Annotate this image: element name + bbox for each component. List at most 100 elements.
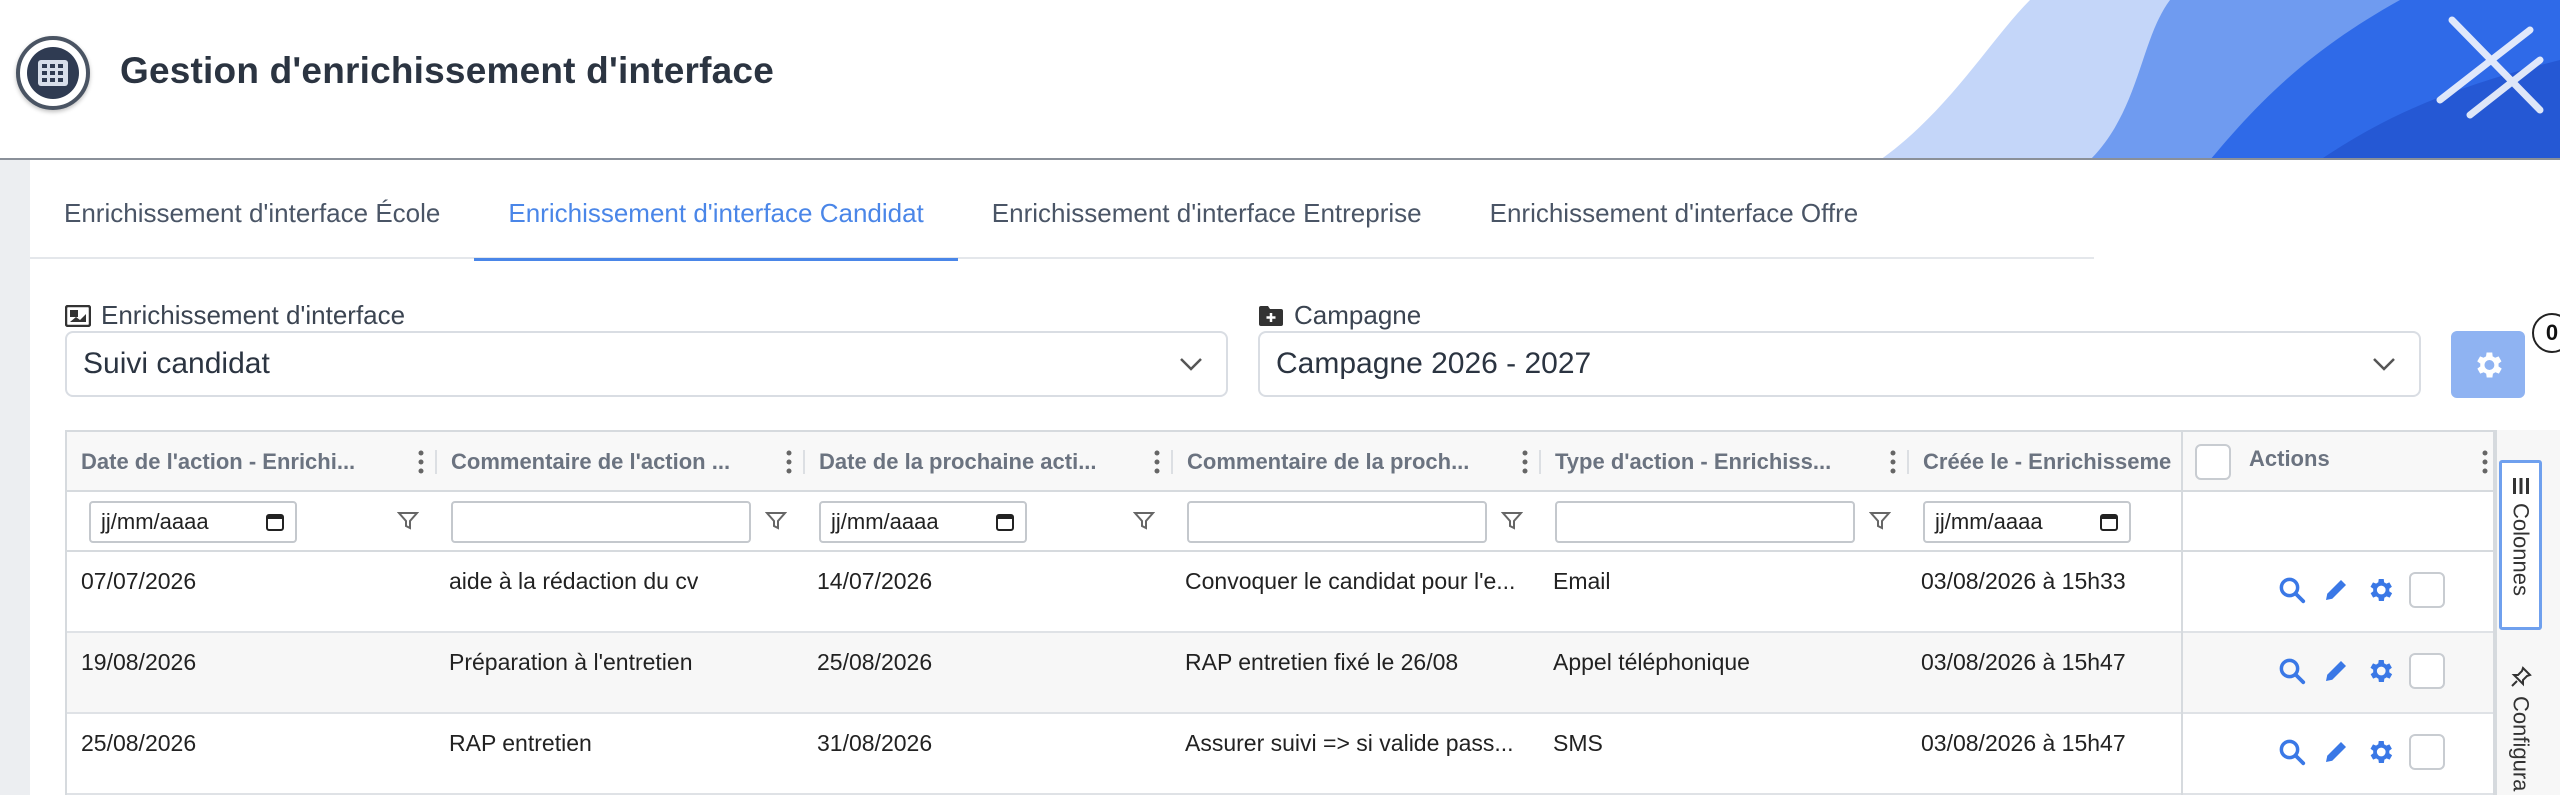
- date-placeholder: jj/mm/aaaa: [1935, 509, 2043, 534]
- cell-date-prochaine: 31/08/2026: [817, 730, 933, 756]
- cell-type: SMS: [1553, 730, 1603, 756]
- text-filter-input[interactable]: [1555, 501, 1855, 543]
- cell-date-action: 25/08/2026: [81, 730, 197, 756]
- gear-icon[interactable]: [2365, 575, 2395, 605]
- interface-select-value: Suivi candidat: [83, 347, 270, 380]
- grid-side-bar: Colonnes Configura: [2495, 430, 2560, 795]
- date-placeholder: jj/mm/aaaa: [831, 509, 939, 534]
- cell-type: Appel téléphonique: [1553, 649, 1750, 675]
- table-row[interactable]: 19/08/2026 Préparation à l'entretien 25/…: [67, 633, 2493, 714]
- actions-filter-cell: [2183, 492, 2493, 552]
- calendar-icon[interactable]: [2099, 512, 2119, 532]
- cell-creee-le: 03/08/2026 à 15h33: [1921, 568, 2126, 594]
- column-menu-icon[interactable]: [1889, 448, 1897, 476]
- cell-commentaire-prochaine: Assurer suivi => si valide pass...: [1185, 730, 1514, 756]
- filter-date-action: jj/mm/aaaa: [89, 492, 297, 552]
- side-tab-colonnes[interactable]: Colonnes: [2499, 460, 2542, 630]
- cell-commentaire: aide à la rédaction du cv: [449, 568, 699, 594]
- cell-commentaire: RAP entretien: [449, 730, 592, 756]
- col-header-label: Commentaire de l'action ...: [451, 449, 731, 474]
- column-menu-icon[interactable]: [785, 448, 793, 476]
- col-header-date-prochaine[interactable]: Date de la prochaine acti...: [805, 432, 1171, 492]
- col-header-commentaire[interactable]: Commentaire de l'action ...: [437, 432, 803, 492]
- gear-icon: [2477, 352, 2502, 377]
- tab-bar: Enrichissement d'interface École Enrichi…: [30, 168, 2094, 261]
- campagne-label-text: Campagne: [1294, 300, 1422, 330]
- gear-icon[interactable]: [2365, 737, 2395, 767]
- filter-icon[interactable]: [397, 510, 419, 532]
- chevron-down-icon: [1180, 358, 1202, 371]
- text-filter-input[interactable]: [1187, 501, 1487, 543]
- page-title: Gestion d'enrichissement d'interface: [120, 50, 774, 91]
- app-header: Gestion d'enrichissement d'interface: [0, 0, 2560, 160]
- column-menu-icon[interactable]: [417, 448, 425, 476]
- cell-date-action: 07/07/2026: [81, 568, 197, 594]
- tab-ecole[interactable]: Enrichissement d'interface École: [30, 168, 474, 259]
- column-menu-icon[interactable]: [1153, 448, 1161, 476]
- date-placeholder: jj/mm/aaaa: [101, 509, 209, 534]
- search-icon[interactable]: [2277, 656, 2307, 686]
- pin-icon: [2510, 666, 2532, 687]
- table-row[interactable]: 07/07/2026 aide à la rédaction du cv 14/…: [67, 552, 2493, 633]
- gear-icon[interactable]: [2365, 656, 2395, 686]
- tab-entreprise[interactable]: Enrichissement d'interface Entreprise: [958, 168, 1456, 259]
- column-menu-icon[interactable]: [2481, 448, 2489, 476]
- col-header-type-action[interactable]: Type d'action - Enrichiss...: [1541, 432, 1907, 492]
- calendar-icon[interactable]: [265, 512, 285, 532]
- interface-label: Enrichissement d'interface: [65, 300, 405, 331]
- row-checkbox[interactable]: [2409, 653, 2445, 689]
- tab-candidat[interactable]: Enrichissement d'interface Candidat: [474, 168, 959, 261]
- filter-date-prochaine: jj/mm/aaaa: [819, 492, 1027, 552]
- filter-commentaire-prochaine: [1187, 492, 1487, 552]
- edit-pencil-icon[interactable]: [2321, 656, 2351, 686]
- campagne-select-value: Campagne 2026 - 2027: [1276, 347, 1592, 380]
- search-icon[interactable]: [2277, 575, 2307, 605]
- row-checkbox[interactable]: [2409, 572, 2445, 608]
- col-header-commentaire-prochaine[interactable]: Commentaire de la proch...: [1173, 432, 1539, 492]
- table-row[interactable]: 25/08/2026 RAP entretien 31/08/2026 Assu…: [67, 714, 2493, 795]
- actions-header-label: Actions: [2249, 446, 2330, 471]
- filter-icon[interactable]: [1133, 510, 1155, 532]
- date-filter-input[interactable]: jj/mm/aaaa: [819, 501, 1027, 543]
- filter-icon[interactable]: [765, 510, 787, 532]
- grid-header-row: Date de l'action - Enrichi... Commentair…: [67, 432, 2493, 492]
- interface-select[interactable]: Suivi candidat: [65, 331, 1228, 397]
- text-filter-input[interactable]: [451, 501, 751, 543]
- grid-app-icon: [27, 47, 79, 99]
- calendar-icon[interactable]: [995, 512, 1015, 532]
- edit-pencil-icon[interactable]: [2321, 575, 2351, 605]
- cell-date-prochaine: 25/08/2026: [817, 649, 933, 675]
- col-header-label: Type d'action - Enrichiss...: [1555, 449, 1832, 474]
- left-margin: [0, 160, 30, 795]
- side-tab-colonnes-label: Colonnes: [2508, 503, 2534, 596]
- image-icon: [65, 304, 91, 327]
- data-grid: Date de l'action - Enrichi... Commentair…: [65, 430, 2495, 795]
- filter-icon[interactable]: [1869, 510, 1891, 532]
- col-header-creee-le[interactable]: Créée le - Enrichisseme: [1909, 432, 2181, 492]
- col-header-date-action[interactable]: Date de l'action - Enrichi...: [67, 432, 435, 492]
- campagne-select[interactable]: Campagne 2026 - 2027: [1258, 331, 2421, 397]
- chevron-down-icon: [2373, 358, 2395, 371]
- folder-plus-icon: [1259, 305, 1283, 326]
- cell-date-prochaine: 14/07/2026: [817, 568, 933, 594]
- select-all-checkbox[interactable]: [2195, 444, 2231, 480]
- column-menu-icon[interactable]: [1521, 448, 1529, 476]
- search-icon[interactable]: [2277, 737, 2307, 767]
- app-logo[interactable]: [16, 36, 90, 110]
- cell-commentaire-prochaine: RAP entretien fixé le 26/08: [1185, 649, 1459, 675]
- row-checkbox[interactable]: [2409, 734, 2445, 770]
- cell-commentaire: Préparation à l'entretien: [449, 649, 693, 675]
- filter-type-action: [1555, 492, 1855, 552]
- filter-icon[interactable]: [1501, 510, 1523, 532]
- tab-offre[interactable]: Enrichissement d'interface Offre: [1456, 168, 1893, 259]
- cell-type: Email: [1553, 568, 1611, 594]
- cell-date-action: 19/08/2026: [81, 649, 197, 675]
- row-actions: [2277, 653, 2445, 689]
- cell-commentaire-prochaine: Convoquer le candidat pour l'e...: [1185, 568, 1516, 594]
- edit-pencil-icon[interactable]: [2321, 737, 2351, 767]
- date-filter-input[interactable]: jj/mm/aaaa: [1923, 501, 2131, 543]
- date-filter-input[interactable]: jj/mm/aaaa: [89, 501, 297, 543]
- settings-button[interactable]: [2451, 331, 2525, 398]
- cell-creee-le: 03/08/2026 à 15h47: [1921, 730, 2126, 756]
- side-tab-configuration[interactable]: Configura: [2499, 658, 2542, 798]
